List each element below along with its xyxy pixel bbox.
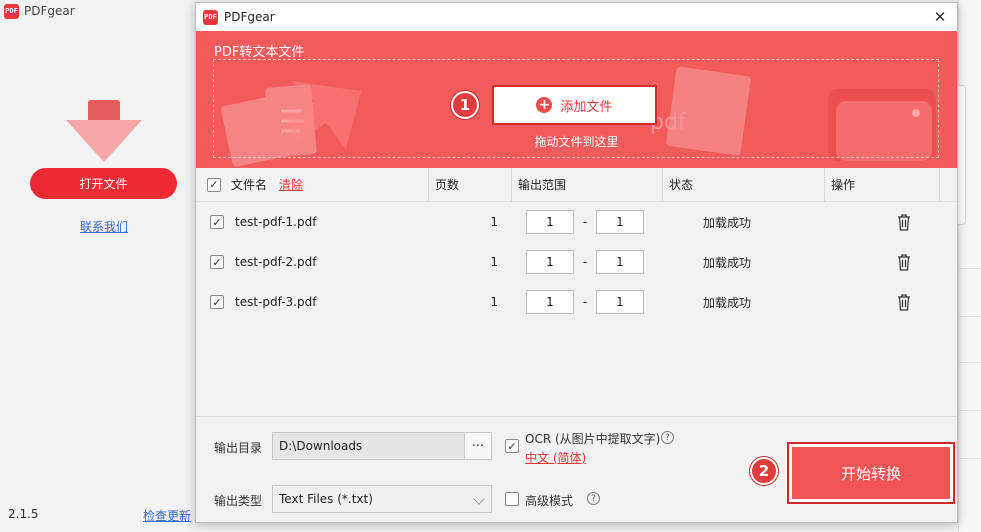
row-checkbox[interactable]: ✓ — [210, 255, 224, 269]
row-checkbox[interactable]: ✓ — [210, 295, 224, 309]
status-text: 加载成功 — [703, 215, 752, 230]
file-name: test-pdf-1.pdf — [235, 215, 317, 229]
row-checkbox[interactable]: ✓ — [210, 215, 224, 229]
header-pages: 页数 — [429, 167, 512, 202]
advanced-help-icon[interactable]: ? — [587, 492, 600, 505]
bg-divider — [958, 362, 981, 363]
bg-divider — [958, 316, 981, 317]
output-type-select[interactable]: Text Files (*.txt) — [272, 485, 492, 513]
drag-hint: 拖动文件到这里 — [534, 135, 619, 149]
header-action: 操作 — [825, 167, 940, 202]
bg-divider — [958, 410, 981, 411]
header-status: 状态 — [663, 167, 825, 202]
output-dir-field[interactable]: D:\Downloads — [272, 432, 465, 460]
bg-app-title: PDFgear — [24, 4, 75, 18]
clear-link[interactable]: 清除 — [279, 176, 303, 193]
table-row: ✓ test-pdf-3.pdf 1 1 - 1 加载成功 — [196, 282, 957, 322]
pdfgear-logo-icon: PDF — [4, 3, 19, 19]
hero-banner: pdf PDF转文本文件 + 添加文件 拖动文件到这里 1 — [196, 31, 957, 168]
check-update-link[interactable]: 检查更新 — [143, 507, 191, 524]
range-separator: - — [582, 295, 588, 309]
ocr-label: OCR (从图片中提取文字) — [525, 432, 661, 446]
status-text: 加载成功 — [703, 295, 752, 310]
add-file-label: 添加文件 — [560, 99, 613, 115]
trash-icon[interactable] — [896, 253, 912, 271]
add-file-button[interactable]: + 添加文件 — [492, 85, 657, 125]
bg-divider — [958, 268, 981, 269]
step-badge-2: 2 — [750, 457, 778, 485]
range-to-input[interactable]: 1 — [596, 290, 644, 314]
range-from-input[interactable]: 1 — [526, 290, 574, 314]
range-to-input[interactable]: 1 — [596, 210, 644, 234]
hero-title: PDF转文本文件 — [214, 45, 305, 60]
table-row: ✓ test-pdf-1.pdf 1 1 - 1 加载成功 — [196, 202, 957, 242]
ocr-checkbox[interactable]: ✓ — [505, 439, 519, 453]
file-name: test-pdf-3.pdf — [235, 295, 317, 309]
open-file-button[interactable]: 打开文件 — [30, 168, 177, 199]
step-badge-1: 1 — [451, 91, 479, 119]
plus-icon: + — [536, 97, 553, 113]
file-name: test-pdf-2.pdf — [235, 255, 317, 269]
bg-right-card — [958, 85, 966, 225]
start-convert-label: 开始转换 — [792, 447, 950, 499]
page-count: 1 — [490, 295, 498, 309]
status-text: 加载成功 — [703, 255, 752, 270]
dialog-titlebar: PDF PDFgear ✕ — [196, 3, 957, 31]
table-row: ✓ test-pdf-2.pdf 1 1 - 1 加载成功 — [196, 242, 957, 282]
header-filename-col: ✓ 文件名 清除 — [196, 167, 429, 202]
output-dir-label: 输出目录 — [214, 441, 263, 455]
range-from-input[interactable]: 1 — [526, 210, 574, 234]
pdf-to-text-dialog: PDF PDFgear ✕ pdf PDF转文本文件 + 添加文件 拖动文件到这… — [195, 2, 958, 523]
download-arrow-icon — [66, 100, 142, 162]
select-all-checkbox[interactable]: ✓ — [207, 177, 221, 192]
page-count: 1 — [490, 255, 498, 269]
pdfgear-logo-icon: PDF — [203, 9, 218, 25]
close-icon[interactable]: ✕ — [930, 7, 950, 27]
file-table-header: ✓ 文件名 清除 页数 输出范围 状态 操作 — [196, 167, 957, 202]
bg-right-panel — [958, 0, 981, 532]
advanced-mode-checkbox[interactable] — [505, 492, 519, 506]
range-from-input[interactable]: 1 — [526, 250, 574, 274]
trash-icon[interactable] — [896, 213, 912, 231]
header-range: 输出范围 — [512, 167, 663, 202]
chevron-down-icon — [473, 493, 485, 505]
bg-divider — [958, 458, 981, 459]
range-to-input[interactable]: 1 — [596, 250, 644, 274]
output-type-value: Text Files (*.txt) — [279, 492, 373, 506]
header-filename: 文件名 — [231, 178, 268, 192]
output-type-label: 输出类型 — [214, 494, 263, 508]
start-convert-button[interactable]: 开始转换 — [787, 442, 955, 504]
version-label: 2.1.5 — [8, 507, 39, 521]
contact-us-link[interactable]: 联系我们 — [80, 218, 128, 235]
ocr-help-icon[interactable]: ? — [661, 431, 674, 444]
browse-button[interactable]: ... — [464, 432, 492, 460]
advanced-mode-label: 高级模式 — [525, 494, 574, 508]
range-separator: - — [582, 255, 588, 269]
trash-icon[interactable] — [896, 293, 912, 311]
ocr-language-link[interactable]: 中文 (简体) — [525, 449, 586, 466]
range-separator: - — [582, 215, 588, 229]
dialog-footer: 输出目录 D:\Downloads ... 输出类型 Text Files (*… — [196, 416, 957, 522]
dialog-title: PDFgear — [224, 10, 275, 24]
page-count: 1 — [490, 215, 498, 229]
